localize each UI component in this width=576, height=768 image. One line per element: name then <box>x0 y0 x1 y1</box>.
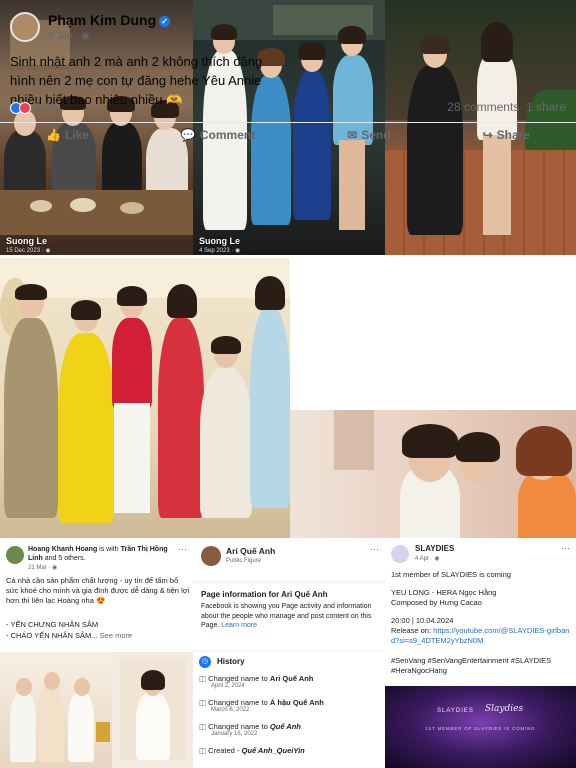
page-avatar[interactable] <box>201 546 221 566</box>
page-name[interactable]: SLAYDIES <box>415 544 454 553</box>
post-text: Cả nhà cần sản phẩm chất lượng - uy tín … <box>6 576 190 605</box>
post-line-3: Composed by Hưng Cacao <box>391 598 482 607</box>
post-card-slaydies: SLAYDIES 4 Apr · ◉ ··· 1st member of SLA… <box>385 540 576 768</box>
reaction-count: 2,9K <box>34 100 59 114</box>
reaction-summary[interactable]: 2,9K <box>10 100 59 114</box>
author-name[interactable]: Phạm Kim Dung <box>48 12 156 28</box>
more-options-icon[interactable]: ··· <box>561 543 570 553</box>
photo-product-models[interactable] <box>0 652 193 768</box>
photo-date: 15 Dec 2023 · ◉ <box>6 248 51 254</box>
banner-script: Slaydies <box>485 704 524 714</box>
more-options-icon[interactable]: ··· <box>370 544 379 554</box>
post-card-hoang: Hoang Khanh Hoang is with Trần Thị Hồng … <box>0 540 193 768</box>
page-name[interactable]: Ari Quế Anh <box>226 546 275 556</box>
history-row: ◫ Changed name to Ari Quế Anh April 2, 2… <box>199 674 314 689</box>
comment-icon: 💬 <box>180 127 196 142</box>
photo-closeup-singers[interactable] <box>290 410 576 540</box>
send-button[interactable]: ✉ Send <box>347 128 390 142</box>
photo-group-indoor[interactable] <box>0 258 290 540</box>
history-row: ◫ Changed name to Á hậu Quế Anh March 6,… <box>199 698 324 713</box>
history-title: History <box>217 657 245 666</box>
share-icon: ↪ <box>482 127 493 142</box>
page-category: Public Figure <box>226 558 262 564</box>
banner-brand: SLAYDIES <box>437 708 474 714</box>
history-row: ◫ Changed name to Quế Anh January 16, 20… <box>199 722 301 737</box>
page-avatar[interactable] <box>391 545 409 563</box>
comment-button[interactable]: 💬 Comment <box>181 128 255 142</box>
history-icon: ◫ <box>199 746 209 755</box>
thumbs-up-icon: 👍 <box>45 127 61 142</box>
history-row: ◫ Created - Quế Anh_QueiYin <box>199 746 305 755</box>
divider <box>0 538 576 540</box>
history-icon: ◷ <box>199 656 211 668</box>
author-name[interactable]: Hoang Khanh Hoang <box>28 546 97 553</box>
release-label: Release on: <box>391 626 432 635</box>
history-icon: ◫ <box>199 674 209 683</box>
banner-subtitle: 1ST MEMBER OF SLAYDIES IS COMING <box>425 726 536 731</box>
page-info-title: Page information for Ari Quế Anh <box>201 590 328 599</box>
history-icon: ◫ <box>199 698 209 707</box>
product-line-2: - CHÁO YẾN NHÂN SÂM... <box>6 631 98 640</box>
post-line-1: 1st member of SLAYDIES is coming <box>391 570 511 579</box>
divider <box>0 255 576 258</box>
history-icon: ◫ <box>199 722 209 731</box>
comments-count[interactable]: 28 comments <box>447 100 519 114</box>
product-line-1: - YẾN CHƯNG NHÂN SÂM <box>6 620 99 629</box>
messenger-icon: ✉ <box>347 127 358 142</box>
slaydies-banner[interactable]: SLAYDIES Slaydies 1ST MEMBER OF SLAYDIES… <box>385 686 576 768</box>
learn-more-link[interactable]: Learn more <box>221 622 257 629</box>
author-avatar[interactable] <box>10 12 40 42</box>
post-line-4: 20:00 | 10.04.2024 <box>391 616 454 625</box>
more-options-icon[interactable]: ··· <box>178 544 187 554</box>
author-avatar[interactable] <box>6 546 24 564</box>
like-button[interactable]: 👍 Like <box>46 128 89 142</box>
share-button[interactable]: ↪ Share <box>483 128 530 142</box>
see-more-link[interactable]: See more <box>100 631 133 640</box>
tagged-others[interactable]: and 5 others. <box>45 555 86 562</box>
verified-badge-icon: ✓ <box>159 15 171 27</box>
photo-author-name: Suong Le <box>6 236 47 246</box>
post-date[interactable]: 21 Mar · ◉ <box>28 564 57 571</box>
photo-date: 4 Sep 2023 · ◉ <box>199 248 241 254</box>
photo-author-name: Suong Le <box>199 236 240 246</box>
post-line-2: YEU LONG - HERA Ngọc Hằng <box>391 588 497 597</box>
page-transparency-card: Ari Quế Anh Public Figure ··· Page infor… <box>193 540 385 768</box>
post-date[interactable]: 7 Jan · ◉ <box>48 31 90 42</box>
post-date[interactable]: 4 Apr · ◉ <box>415 555 440 562</box>
love-reaction-icon <box>19 101 31 114</box>
shares-count[interactable]: 1 share <box>526 100 566 114</box>
hashtags[interactable]: #SenVang #SenVangEntertainment #SLAYDIES… <box>391 656 573 676</box>
